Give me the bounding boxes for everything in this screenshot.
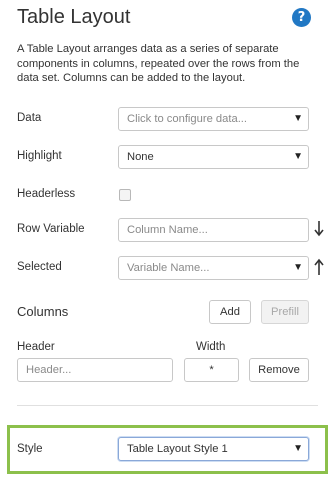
width-column-label: Width [196,341,226,353]
column-width-input[interactable] [184,358,239,382]
style-label: Style [17,443,43,455]
remove-column-button[interactable]: Remove [249,358,309,382]
dropdown-caret-icon: ▼ [293,113,303,124]
dropdown-caret-icon: ▼ [293,443,303,454]
row-variable-input[interactable] [118,218,309,242]
column-header-input[interactable] [17,358,173,382]
selected-label: Selected [17,261,62,273]
sort-down-arrow-icon[interactable] [313,220,325,238]
selected-select-value: Variable Name... [127,262,210,274]
panel-description: A Table Layout arranges data as a series… [17,43,300,84]
question-circle-icon[interactable]: ? [292,8,311,27]
dropdown-caret-icon: ▼ [293,262,303,273]
style-select-value: Table Layout Style 1 [127,443,228,455]
header-column-label: Header [17,341,55,353]
headerless-label: Headerless [17,188,76,200]
highlight-label: Highlight [17,150,62,162]
headerless-checkbox[interactable] [119,189,131,201]
highlight-select[interactable]: None ▼ [118,145,309,169]
sort-up-arrow-icon[interactable] [313,258,325,276]
table-layout-panel: Table Layout ? A Table Layout arranges d… [0,0,335,479]
prefill-button[interactable]: Prefill [261,300,309,324]
panel-title: Table Layout [17,6,131,28]
data-select-value: Click to configure data... [127,113,248,125]
add-column-button[interactable]: Add [209,300,251,324]
data-select[interactable]: Click to configure data... ▼ [118,107,309,131]
selected-select[interactable]: Variable Name... ▼ [118,256,309,280]
section-divider [17,405,318,406]
highlight-select-value: None [127,151,154,163]
dropdown-caret-icon: ▼ [293,151,303,162]
style-select[interactable]: Table Layout Style 1 ▼ [118,437,309,461]
row-variable-label: Row Variable [17,223,85,235]
columns-section-title: Columns [17,304,69,319]
data-label: Data [17,112,42,124]
